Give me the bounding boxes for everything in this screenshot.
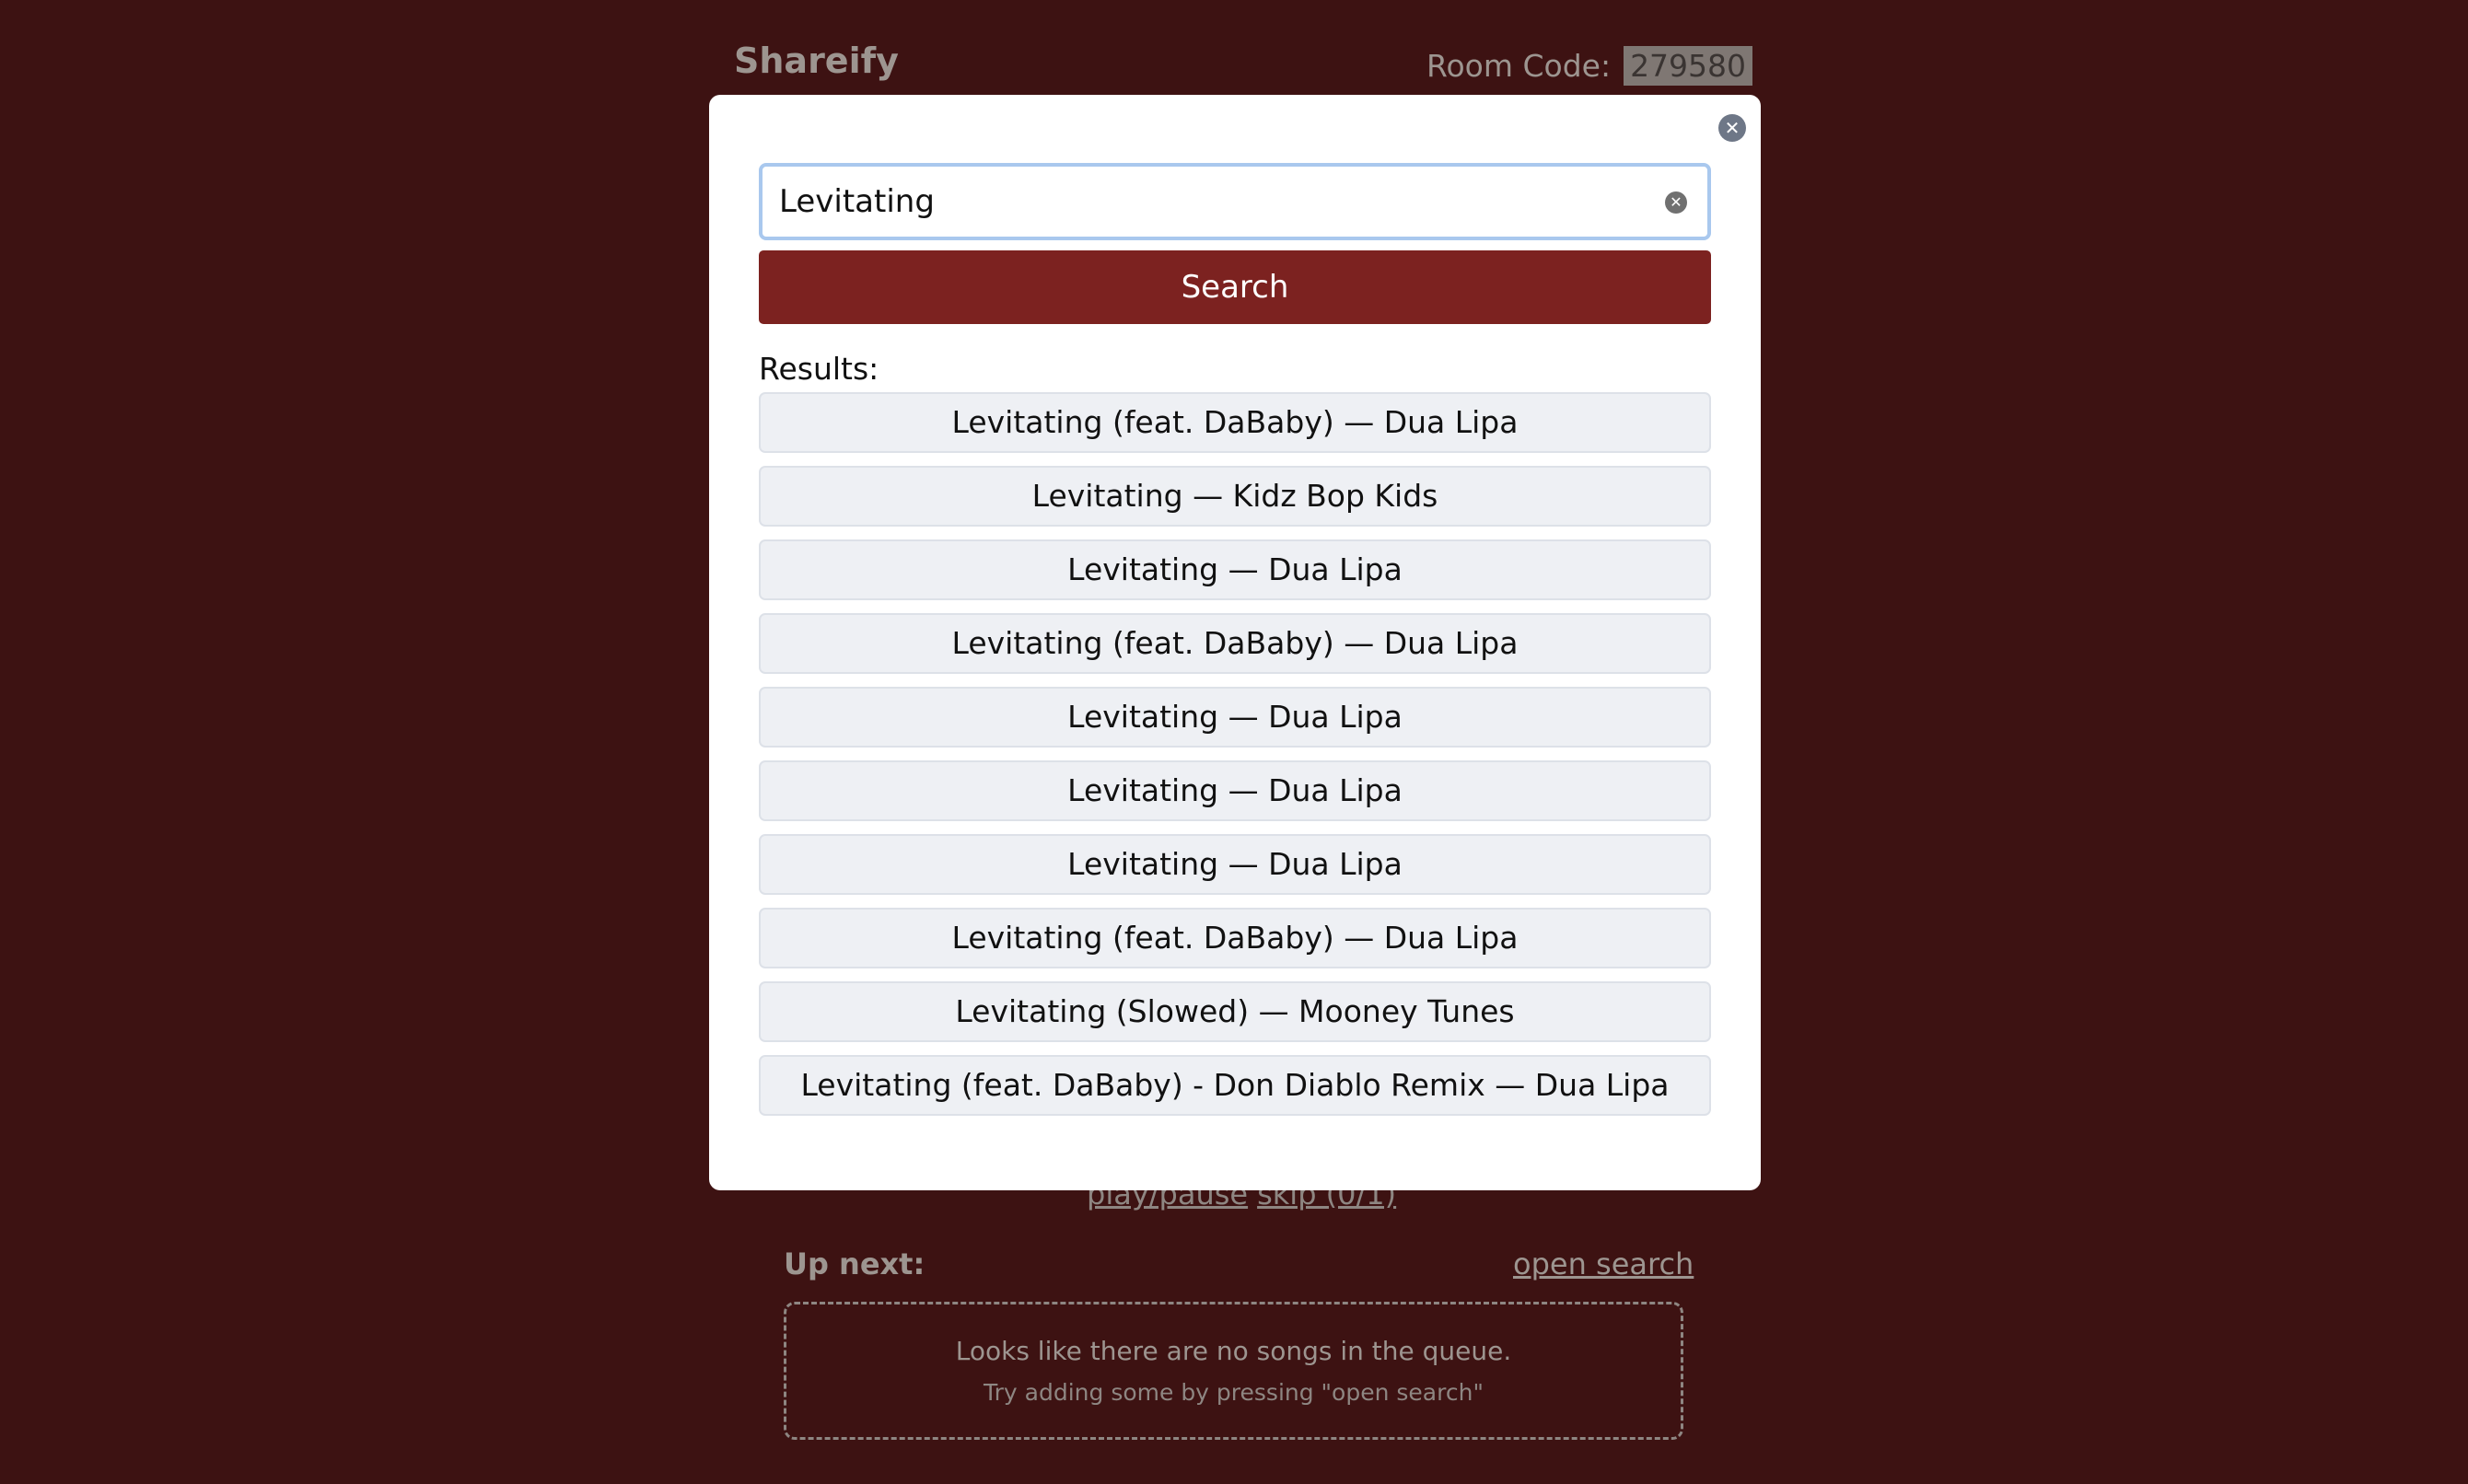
queue-empty-message: Looks like there are no songs in the que… bbox=[955, 1336, 1512, 1366]
app-title: Shareify bbox=[734, 41, 899, 81]
room-code: Room Code: 279580 bbox=[1426, 46, 1753, 86]
search-field[interactable]: ✕ bbox=[759, 163, 1711, 240]
clear-icon[interactable]: ✕ bbox=[1665, 191, 1687, 214]
room-code-value: 279580 bbox=[1624, 46, 1753, 86]
open-search-link[interactable]: open search bbox=[1513, 1246, 1694, 1281]
result-item[interactable]: Levitating — Kidz Bop Kids bbox=[759, 466, 1711, 527]
result-item[interactable]: Levitating (feat. DaBaby) — Dua Lipa bbox=[759, 908, 1711, 968]
results-list: Levitating (feat. DaBaby) — Dua Lipa Lev… bbox=[759, 392, 1711, 1129]
results-label: Results: bbox=[759, 351, 879, 387]
result-item[interactable]: Levitating (feat. DaBaby) — Dua Lipa bbox=[759, 392, 1711, 453]
queue-empty-box: Looks like there are no songs in the que… bbox=[784, 1302, 1683, 1440]
result-item[interactable]: Levitating (Slowed) — Mooney Tunes bbox=[759, 981, 1711, 1042]
queue-empty-hint: Try adding some by pressing "open search… bbox=[984, 1379, 1484, 1406]
result-item[interactable]: Levitating (feat. DaBaby) — Dua Lipa bbox=[759, 613, 1711, 674]
result-item[interactable]: Levitating — Dua Lipa bbox=[759, 834, 1711, 895]
search-input[interactable] bbox=[763, 167, 1628, 237]
room-code-label: Room Code: bbox=[1426, 48, 1612, 84]
result-item[interactable]: Levitating — Dua Lipa bbox=[759, 760, 1711, 821]
close-icon[interactable]: ✕ bbox=[1718, 114, 1746, 142]
result-item[interactable]: Levitating — Dua Lipa bbox=[759, 539, 1711, 600]
result-item[interactable]: Levitating (feat. DaBaby) - Don Diablo R… bbox=[759, 1055, 1711, 1116]
result-item[interactable]: Levitating — Dua Lipa bbox=[759, 687, 1711, 748]
up-next-label: Up next: bbox=[784, 1246, 926, 1281]
search-button[interactable]: Search bbox=[759, 250, 1711, 324]
search-modal: ✕ ✕ Search Results: Levitating (feat. Da… bbox=[709, 95, 1761, 1190]
